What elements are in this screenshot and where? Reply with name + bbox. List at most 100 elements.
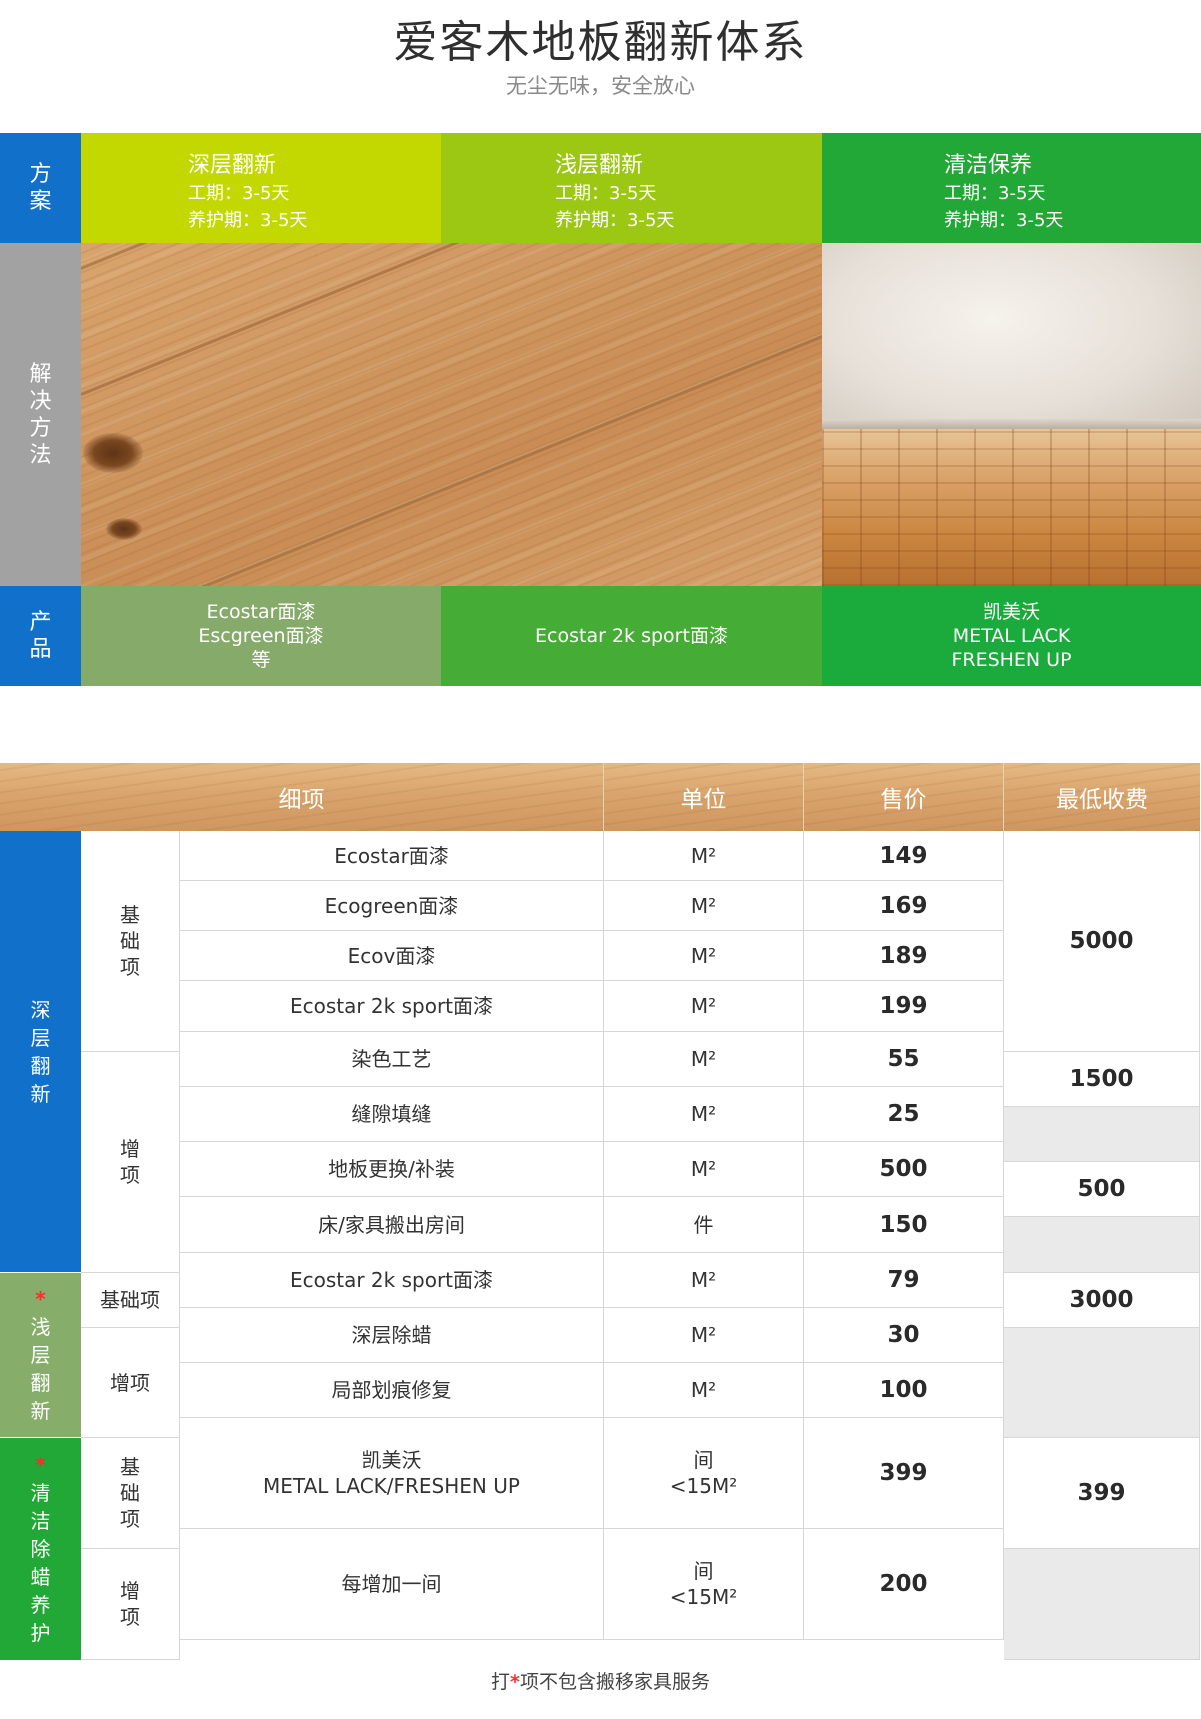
footnote-prefix: 打 xyxy=(491,1671,511,1693)
room-baseboard xyxy=(822,419,1201,429)
label-product-text: 产品 xyxy=(29,610,52,662)
plan-clean-care: 养护期：3-5天 xyxy=(944,210,1064,231)
table-row-unit: 间 <15M² xyxy=(604,1529,804,1640)
subgroup-deep-add: 增项 xyxy=(81,1052,180,1273)
plan-clean: 清洁保养 工期：3-5天 养护期：3-5天 xyxy=(822,133,1201,243)
group-clean: * 清洁除蜡养护 xyxy=(0,1438,81,1660)
subgroup-shallow-base-text: 基础项 xyxy=(100,1288,160,1312)
product-deep: Ecostar面漆 Escgreen面漆 等 xyxy=(81,586,441,686)
group-shallow: * 浅层翻新 xyxy=(0,1273,81,1438)
table-row-price: 55 xyxy=(804,1032,1004,1087)
min-charge-deep-base: 5000 xyxy=(1004,831,1200,1052)
min-charge-clean-base: 399 xyxy=(1004,1438,1200,1549)
table-row-unit: 件 xyxy=(604,1197,804,1253)
subgroup-clean-base: 基础项 xyxy=(81,1438,180,1549)
label-method: 解决方法 xyxy=(0,243,81,586)
table-row-unit: M² xyxy=(604,931,804,981)
table-row-price: 25 xyxy=(804,1087,1004,1142)
table-row-price: 169 xyxy=(804,881,1004,931)
label-plan: 方案 xyxy=(0,133,81,243)
table-row-price: 150 xyxy=(804,1197,1004,1253)
table-row-item: 缝隙填缝 xyxy=(180,1087,604,1142)
table-row-unit: M² xyxy=(604,1087,804,1142)
table-row-item: Ecostar面漆 xyxy=(180,831,604,881)
room-wall xyxy=(822,243,1201,433)
table-row-price: 500 xyxy=(804,1142,1004,1197)
footnote-suffix: 项不包含搬移家具服务 xyxy=(519,1671,710,1693)
group-shallow-star: * xyxy=(35,1287,46,1311)
group-shallow-label: 浅层翻新 xyxy=(30,1315,51,1423)
table-row-unit: M² xyxy=(604,981,804,1032)
min-charge-empty xyxy=(1004,1217,1200,1273)
subgroup-clean-base-text: 基础项 xyxy=(120,1455,140,1531)
table-row-price: 189 xyxy=(804,931,1004,981)
table-row-item: Ecogreen面漆 xyxy=(180,881,604,931)
min-charge-replace: 500 xyxy=(1004,1162,1200,1217)
table-row-price: 199 xyxy=(804,981,1004,1032)
col-header-unit: 单位 xyxy=(604,763,804,831)
plan-shallow-care: 养护期：3-5天 xyxy=(555,210,675,231)
subgroup-shallow-add: 增项 xyxy=(81,1328,180,1438)
label-plan-text: 方案 xyxy=(29,162,52,214)
group-clean-star: * xyxy=(35,1453,46,1477)
room-floor-image xyxy=(822,243,1201,586)
product-shallow: Ecostar 2k sport面漆 xyxy=(441,586,822,686)
table-row-unit: M² xyxy=(604,1142,804,1197)
table-row-price: 30 xyxy=(804,1308,1004,1363)
subgroup-clean-add: 增项 xyxy=(81,1549,180,1660)
group-deep-label: 深层翻新 xyxy=(30,997,51,1106)
product-deep-line-3: 等 xyxy=(251,649,271,671)
plan-deep: 深层翻新 工期：3-5天 养护期：3-5天 xyxy=(81,133,441,243)
table-row-price: 79 xyxy=(804,1253,1004,1308)
table-row-unit: 间 <15M² xyxy=(604,1418,804,1529)
table-row-item: 地板更换/补装 xyxy=(180,1142,604,1197)
product-clean-line-2: METAL LACK xyxy=(952,625,1071,647)
table-row-item: 凯美沃 METAL LACK/FRESHEN UP xyxy=(180,1418,604,1529)
plan-shallow: 浅层翻新 工期：3-5天 养护期：3-5天 xyxy=(441,133,822,243)
product-clean: 凯美沃 METAL LACK FRESHEN UP xyxy=(822,586,1201,686)
table-row-price: 399 xyxy=(804,1418,1004,1529)
table-row-price: 149 xyxy=(804,831,1004,881)
plan-deep-name: 深层翻新 xyxy=(188,153,277,178)
wood-floor-closeup-image xyxy=(81,243,822,586)
footnote-star: * xyxy=(510,1671,520,1693)
col-header-min: 最低收费 xyxy=(1004,763,1200,831)
subgroup-deep-base-text: 基础项 xyxy=(120,903,140,979)
group-clean-label: 清洁除蜡养护 xyxy=(30,1481,51,1645)
subgroup-shallow-base: 基础项 xyxy=(81,1273,180,1328)
table-row-item: 染色工艺 xyxy=(180,1032,604,1087)
footnote: 打*项不包含搬移家具服务 xyxy=(0,1667,1201,1694)
col-header-price: 售价 xyxy=(804,763,1004,831)
table-row-item: 局部划痕修复 xyxy=(180,1363,604,1418)
product-clean-line-3: FRESHEN UP xyxy=(951,649,1072,671)
product-clean-line-1: 凯美沃 xyxy=(982,601,1040,623)
table-row-item: 每增加一间 xyxy=(180,1529,604,1640)
table-row-price: 100 xyxy=(804,1363,1004,1418)
product-deep-line-1: Ecostar面漆 xyxy=(206,601,316,623)
label-method-text: 解决方法 xyxy=(29,361,52,468)
table-row-item: 深层除蜡 xyxy=(180,1308,604,1363)
page-subtitle: 无尘无味，安全放心 xyxy=(506,74,695,98)
plan-shallow-name: 浅层翻新 xyxy=(555,153,644,178)
col-header-item: 细项 xyxy=(0,763,604,831)
min-charge-empty xyxy=(1004,1107,1200,1162)
table-row-price: 200 xyxy=(804,1529,1004,1640)
subgroup-clean-add-text: 增项 xyxy=(120,1579,140,1629)
plan-deep-period: 工期：3-5天 xyxy=(188,183,290,204)
table-row-unit: M² xyxy=(604,831,804,881)
table-row-item: 床/家具搬出房间 xyxy=(180,1197,604,1253)
table-row-item: Ecostar 2k sport面漆 xyxy=(180,981,604,1032)
plan-clean-name: 清洁保养 xyxy=(944,153,1033,178)
page-title: 爱客木地板翻新体系 xyxy=(393,17,808,68)
group-deep: 深层翻新 xyxy=(0,831,81,1273)
subgroup-deep-add-text: 增项 xyxy=(120,1137,140,1187)
table-row-unit: M² xyxy=(604,1308,804,1363)
min-charge-empty xyxy=(1004,1549,1200,1660)
min-charge-shallow-base: 3000 xyxy=(1004,1273,1200,1328)
table-row-unit: M² xyxy=(604,881,804,931)
table-row-unit: M² xyxy=(604,1032,804,1087)
product-deep-line-2: Escgreen面漆 xyxy=(198,625,324,647)
table-row-item: Ecostar 2k sport面漆 xyxy=(180,1253,604,1308)
min-charge-empty xyxy=(1004,1328,1200,1438)
room-floor xyxy=(822,425,1201,586)
